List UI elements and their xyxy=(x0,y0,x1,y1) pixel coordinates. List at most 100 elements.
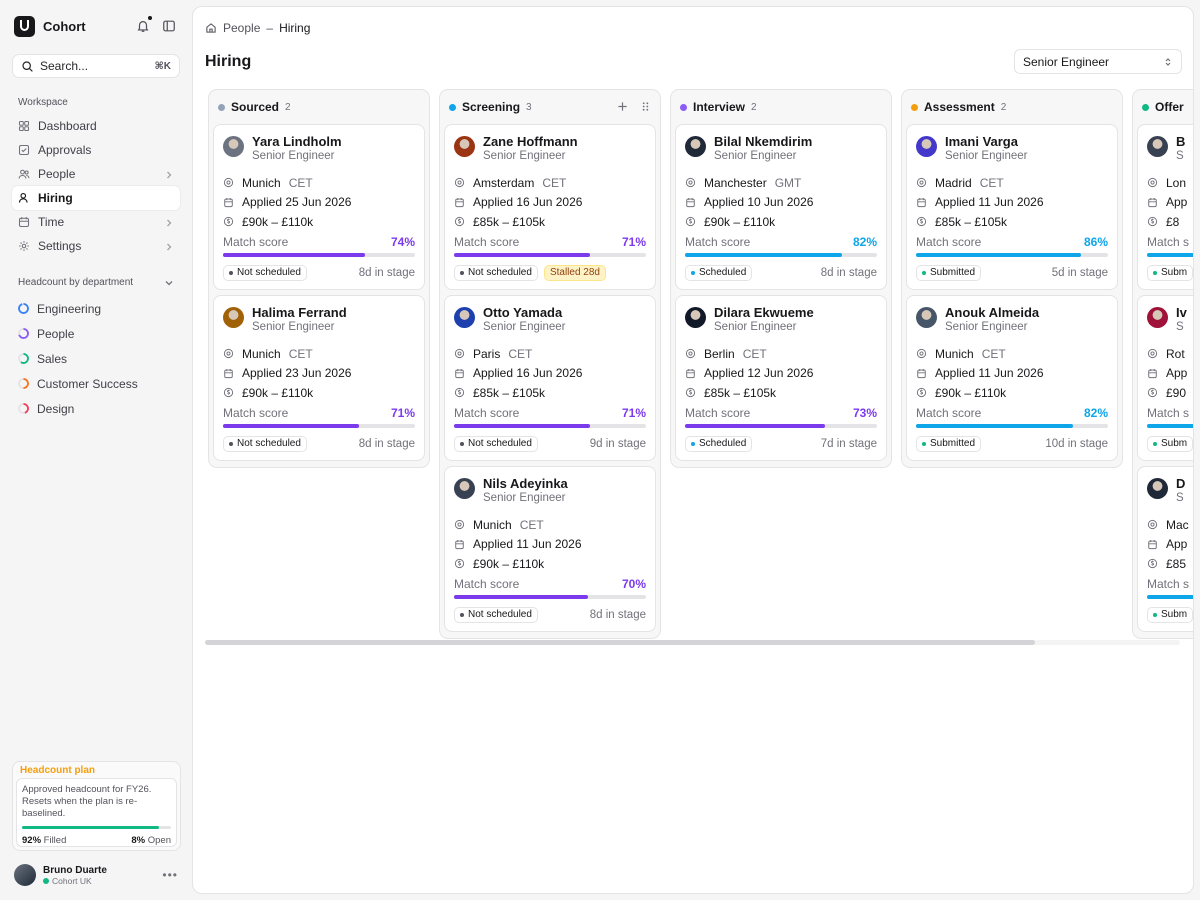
candidate-name[interactable]: Nils Adeyinka xyxy=(483,476,568,491)
nav-item-people[interactable]: People xyxy=(12,162,180,186)
department-item[interactable]: People xyxy=(12,321,180,346)
candidate-card[interactable]: Dilara Ekwueme Senior Engineer Berlin CET Ap… xyxy=(675,295,887,461)
sidebar: Cohort Search... ⌘K Workspace Dashboard A… xyxy=(0,0,192,900)
status-badge: Scheduled xyxy=(685,264,753,281)
search-shortcut: ⌘K xyxy=(154,60,172,72)
candidate-meta: Berlin CET Applied 12 Jun 2026 £85k – £105k xyxy=(685,344,877,403)
cohort-logo-icon xyxy=(14,16,35,37)
breadcrumb-people[interactable]: People xyxy=(223,21,260,35)
match-score-fill xyxy=(454,594,589,599)
salary-range: £85k – £105k xyxy=(704,385,777,400)
add-icon[interactable] xyxy=(617,100,628,115)
candidate-card[interactable]: Anouk Almeida Senior Engineer Munich CET App… xyxy=(906,295,1118,461)
candidate-card[interactable]: Yara Lindholm Senior Engineer Munich CET App… xyxy=(213,124,425,290)
candidate-name[interactable]: B xyxy=(1176,134,1185,149)
candidate-card[interactable]: B S Lon App £8 Match s Subm xyxy=(1137,124,1193,290)
days-in-stage: 7d in stage xyxy=(820,437,877,450)
main-panel: People – Hiring Hiring Senior Engineer S… xyxy=(192,6,1194,894)
scrollbar-thumb[interactable] xyxy=(205,640,1035,645)
candidate-card[interactable]: Nils Adeyinka Senior Engineer Munich CET App… xyxy=(444,466,656,632)
card-header: Zane Hoffmann Senior Engineer xyxy=(454,134,646,163)
candidate-card[interactable]: Imani Varga Senior Engineer Madrid CET Appli… xyxy=(906,124,1118,290)
candidate-city: Amsterdam xyxy=(473,175,535,190)
match-score-bar xyxy=(223,423,415,428)
candidate-name[interactable]: Imani Varga xyxy=(945,134,1027,149)
department-item[interactable]: Engineering xyxy=(12,296,180,321)
candidate-role: Senior Engineer xyxy=(483,150,566,162)
candidate-name[interactable]: Bilal Nkemdirim xyxy=(714,134,812,149)
department-item[interactable]: Sales xyxy=(12,346,180,371)
nav-item-time[interactable]: Time xyxy=(12,210,180,234)
location-pin-icon xyxy=(454,349,465,359)
plan-title: Headcount plan xyxy=(20,765,96,776)
kanban-board: Sourced 2 Yara Lindholm Senior Engineer Muni… xyxy=(208,89,1193,649)
candidate-card[interactable]: D S Mac App £85 Match s Subm xyxy=(1137,466,1193,632)
avatar xyxy=(916,307,937,328)
column-title: Sourced xyxy=(231,100,280,114)
candidate-card[interactable]: Iv S Rot App £90 Match s Subm xyxy=(1137,295,1193,461)
horizontal-scrollbar[interactable] xyxy=(205,640,1180,645)
applied-date: App xyxy=(1166,195,1188,210)
candidate-city: Munich xyxy=(473,517,512,532)
match-score-row: Match score 73% xyxy=(685,406,877,420)
location-pin-icon xyxy=(685,178,696,188)
match-score-fill xyxy=(916,423,1074,428)
candidate-name[interactable]: Halima Ferrand xyxy=(252,305,347,320)
search-icon xyxy=(22,60,33,72)
candidate-name[interactable]: Otto Yamada xyxy=(483,305,565,320)
calendar-icon xyxy=(917,368,926,378)
department-item[interactable]: Design xyxy=(12,396,180,421)
candidate-timezone: CET xyxy=(979,175,1004,190)
column-count: 2 xyxy=(285,101,291,113)
match-score-label: Match score xyxy=(454,405,520,420)
avatar xyxy=(223,136,244,157)
card-footer: Subm xyxy=(1147,606,1193,623)
role-filter-select[interactable]: Senior Engineer xyxy=(1014,49,1182,74)
avatar xyxy=(685,307,706,328)
candidate-card[interactable]: Halima Ferrand Senior Engineer Munich CET Ap… xyxy=(213,295,425,461)
candidate-card[interactable]: Zane Hoffmann Senior Engineer Amsterdam CET… xyxy=(444,124,656,290)
salary-row: £8 xyxy=(1147,212,1193,232)
nav-item-label: Hiring xyxy=(38,191,73,205)
home-icon[interactable] xyxy=(205,22,217,34)
nav-item-hiring[interactable]: Hiring xyxy=(12,186,180,210)
more-icon[interactable]: ••• xyxy=(162,868,178,882)
match-score-fill xyxy=(1147,252,1193,257)
match-score-bar xyxy=(916,252,1108,257)
candidate-city: Lon xyxy=(1166,175,1187,190)
search-input[interactable]: Search... ⌘K xyxy=(12,54,180,78)
nav-item-settings[interactable]: Settings xyxy=(12,234,180,258)
nav-item-approvals[interactable]: Approvals xyxy=(12,138,180,162)
candidate-name[interactable]: Dilara Ekwueme xyxy=(714,305,814,320)
match-score-value: 71% xyxy=(390,405,415,420)
location-row: Amsterdam CET xyxy=(454,173,646,193)
candidate-timezone: CET xyxy=(288,175,313,190)
column-offer: Offer B S Lon App £8 Match s Subm Iv S Rot App £90 Ma… xyxy=(1132,89,1193,639)
drag-handle-icon[interactable] xyxy=(640,100,651,115)
candidate-name[interactable]: Zane Hoffmann xyxy=(483,134,578,149)
headcount-header[interactable]: Headcount by department xyxy=(18,277,174,288)
card-footer: Subm xyxy=(1147,264,1193,281)
candidate-name[interactable]: Iv xyxy=(1176,305,1187,320)
salary-row: £90k – £110k xyxy=(454,554,646,574)
candidate-identity: BS xyxy=(1176,134,1185,163)
status-dot xyxy=(229,270,233,275)
nav-item-dashboard[interactable]: Dashboard xyxy=(12,114,180,138)
candidate-card[interactable]: Otto Yamada Senior Engineer Paris CET Applie… xyxy=(444,295,656,461)
candidate-name[interactable]: D xyxy=(1176,476,1185,491)
candidate-name[interactable]: Anouk Almeida xyxy=(945,305,1039,320)
bell-icon[interactable] xyxy=(136,16,152,33)
candidate-city: Rot xyxy=(1166,346,1185,361)
currency-icon xyxy=(685,217,696,227)
candidate-name[interactable]: Yara Lindholm xyxy=(252,134,342,149)
sidebar-toggle-icon[interactable] xyxy=(162,19,176,33)
avatar xyxy=(223,307,244,328)
match-score-row: Match s xyxy=(1147,577,1193,591)
candidate-card[interactable]: Bilal Nkemdirim Senior Engineer Manchester… xyxy=(675,124,887,290)
user-menu[interactable]: Bruno Duarte Cohort UK ••• xyxy=(14,864,178,886)
location-row: Berlin CET xyxy=(685,344,877,364)
avatar xyxy=(685,136,706,157)
brand[interactable]: Cohort xyxy=(14,16,86,37)
applied-date: Applied 11 Jun 2026 xyxy=(935,195,1044,210)
department-item[interactable]: Customer Success xyxy=(12,371,180,396)
